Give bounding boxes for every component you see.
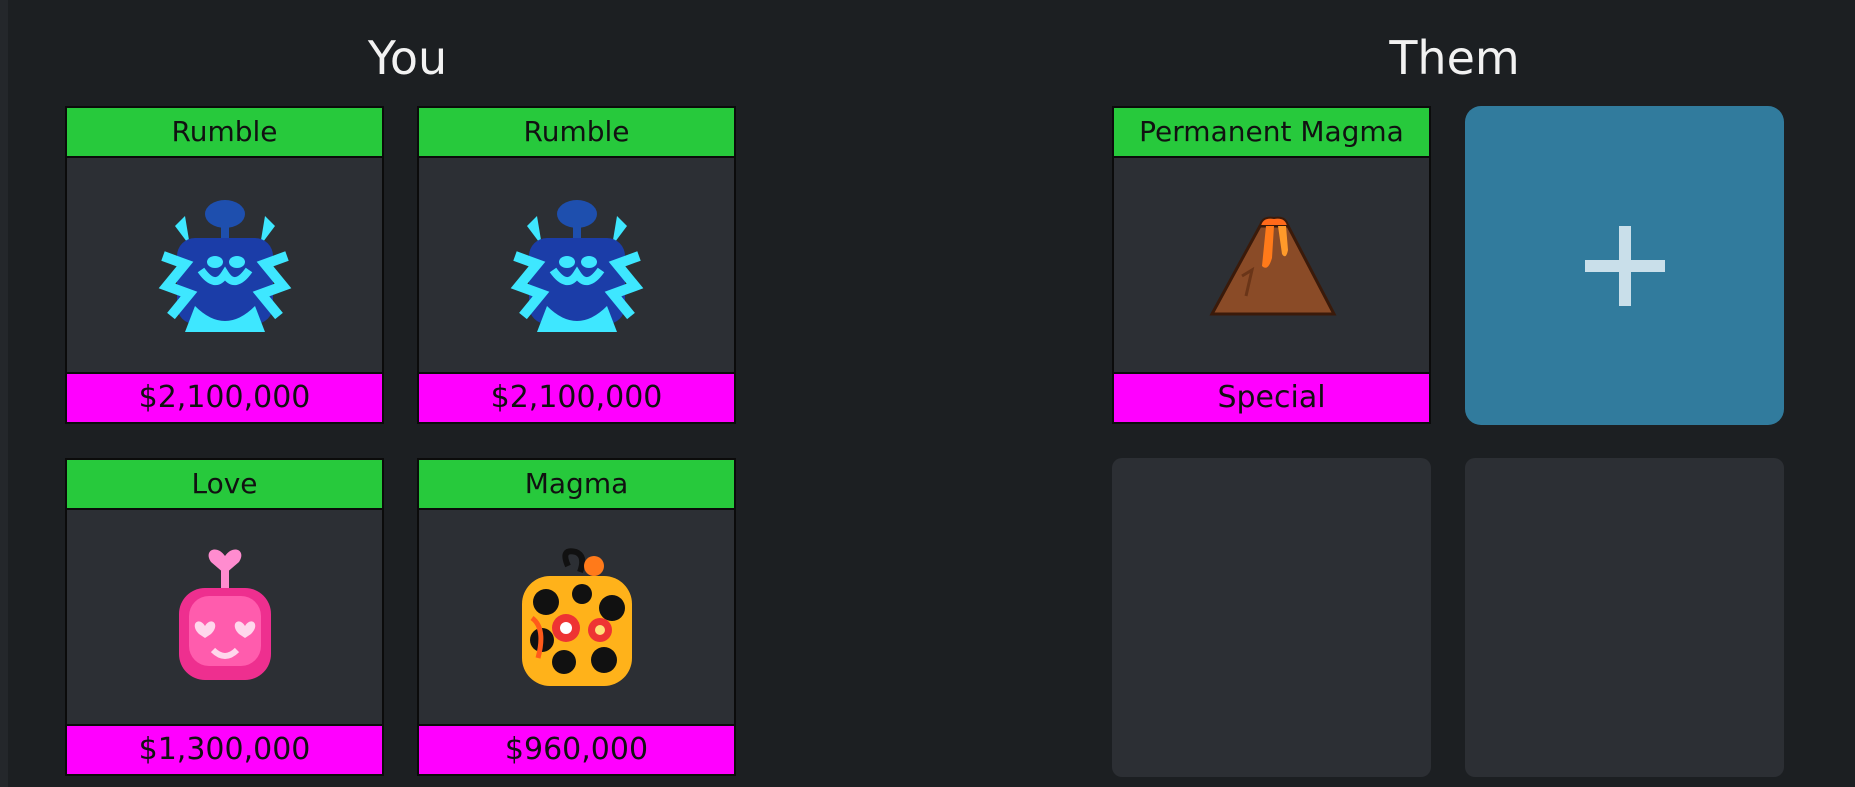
you-column-title: You — [367, 31, 448, 85]
item-value: $1,300,000 — [67, 724, 382, 774]
magma-fruit-icon — [419, 510, 734, 726]
item-name: Rumble — [67, 108, 382, 158]
rumble-fruit-icon — [419, 158, 734, 374]
empty-trade-slot — [1465, 458, 1784, 777]
them-column-title: Them — [1389, 31, 1520, 85]
item-value: $2,100,000 — [67, 372, 382, 422]
rumble-fruit-icon — [67, 158, 382, 374]
you-item-card[interactable]: Rumble $2,100,000 — [417, 106, 736, 424]
you-item-card[interactable]: Magma $960,000 — [417, 458, 736, 776]
plus-icon — [1584, 225, 1665, 306]
item-value: $960,000 — [419, 724, 734, 774]
empty-trade-slot — [1112, 458, 1431, 777]
item-value: Special — [1114, 372, 1429, 422]
you-item-card[interactable]: Love $1,300,000 — [65, 458, 384, 776]
item-name: Permanent Magma — [1114, 108, 1429, 158]
item-value: $2,100,000 — [419, 372, 734, 422]
item-name: Rumble — [419, 108, 734, 158]
volcano-icon — [1114, 158, 1429, 374]
item-name: Love — [67, 460, 382, 510]
add-item-button[interactable] — [1465, 106, 1784, 425]
you-item-card[interactable]: Rumble $2,100,000 — [65, 106, 384, 424]
love-fruit-icon — [67, 510, 382, 726]
window-edge — [0, 0, 8, 787]
them-item-card[interactable]: Permanent Magma Special — [1112, 106, 1431, 424]
item-name: Magma — [419, 460, 734, 510]
